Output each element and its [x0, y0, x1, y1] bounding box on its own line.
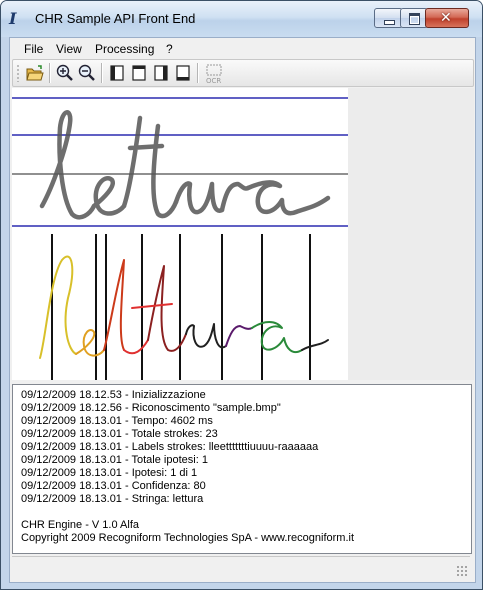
resize-grip[interactable]: [456, 565, 468, 577]
log-line: 09/12/2009 18.13.01 - Totale ipotesi: 1: [21, 454, 208, 466]
log-line: 09/12/2009 18.13.01 - Stringa: lettura: [21, 493, 204, 505]
copyright-text: Copyright 2009 Recogniform Technologies …: [21, 532, 355, 544]
ocr-icon[interactable]: OCR: [203, 63, 223, 85]
zoom-out-icon[interactable]: [77, 63, 97, 83]
close-button[interactable]: ✕: [425, 8, 469, 28]
maximize-button[interactable]: [400, 8, 428, 28]
menu-bar: File View Processing ?: [10, 38, 475, 58]
log-line: 09/12/2009 18.13.01 - Tempo: 4602 ms: [21, 415, 213, 427]
log-line: 09/12/2009 18.12.56 - Riconoscimento "sa…: [21, 402, 281, 414]
page-last-icon[interactable]: [173, 63, 193, 83]
toolbar: OCR: [12, 59, 474, 87]
page-next-icon[interactable]: [151, 63, 171, 83]
zoom-in-icon[interactable]: [55, 63, 75, 83]
log-line: 09/12/2009 18.12.53 - Inizializzazione: [21, 389, 206, 401]
page-first-icon[interactable]: [107, 63, 127, 83]
ink-canvas[interactable]: [12, 88, 348, 380]
canvas-empty-area: [348, 88, 474, 380]
toolbar-separator: [101, 63, 103, 83]
log-line: 09/12/2009 18.13.01 - Labels strokes: ll…: [21, 441, 319, 453]
engine-version: CHR Engine - V 1.0 Alfa: [21, 519, 140, 531]
toolbar-separator: [197, 63, 199, 83]
app-icon: I: [9, 9, 17, 28]
log-line: 09/12/2009 18.13.01 - Totale strokes: 23: [21, 428, 218, 440]
client-area: File View Processing ? OCR 09/12/2009 18…: [9, 37, 476, 583]
toolbar-separator: [49, 63, 51, 83]
log-panel[interactable]: 09/12/2009 18.12.53 - Inizializzazione 0…: [12, 384, 472, 554]
page-prev-icon[interactable]: [129, 63, 149, 83]
menu-help[interactable]: ?: [166, 42, 173, 56]
open-folder-icon[interactable]: [25, 63, 45, 83]
menu-view[interactable]: View: [56, 42, 82, 56]
toolbar-grip[interactable]: [17, 64, 19, 82]
minimize-icon: [384, 20, 395, 25]
close-icon: ✕: [440, 10, 452, 26]
status-bar: [12, 556, 470, 579]
ocr-label: OCR: [206, 77, 221, 85]
log-line: 09/12/2009 18.13.01 - Confidenza: 80: [21, 480, 206, 492]
maximize-icon: [409, 13, 420, 25]
minimize-button[interactable]: [374, 8, 403, 28]
log-line: 09/12/2009 18.13.01 - Ipotesi: 1 di 1: [21, 467, 198, 479]
menu-file[interactable]: File: [24, 42, 43, 56]
app-window: I CHR Sample API Front End ✕ File View P…: [0, 0, 483, 590]
menu-processing[interactable]: Processing: [95, 42, 154, 56]
window-title: CHR Sample API Front End: [35, 11, 196, 26]
title-bar[interactable]: I CHR Sample API Front End ✕: [1, 1, 482, 37]
